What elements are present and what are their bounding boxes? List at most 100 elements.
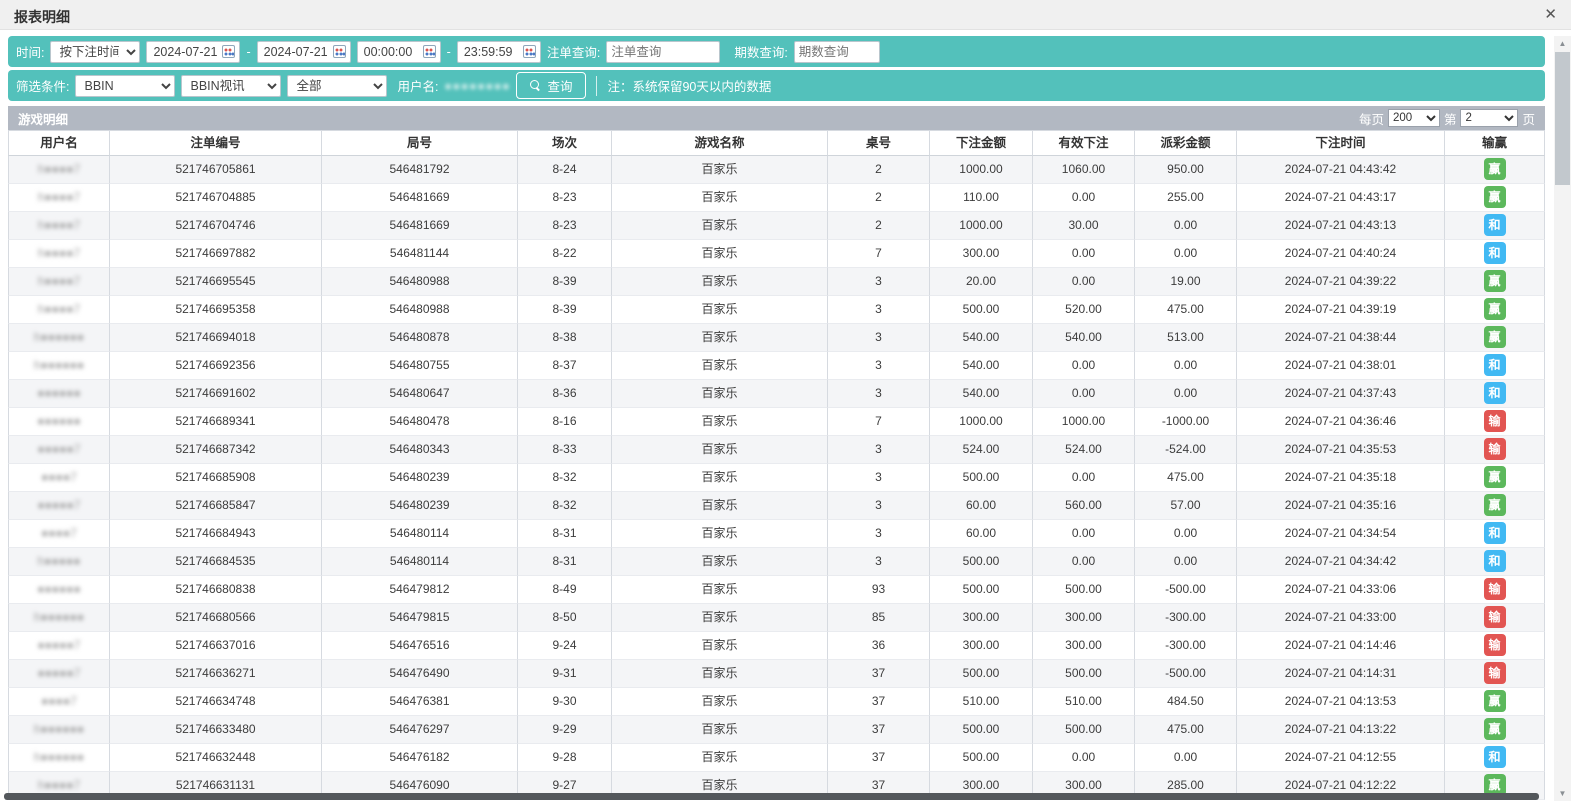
cell-payout: -1000.00 — [1135, 408, 1237, 436]
result-badge[interactable]: 和 — [1484, 522, 1506, 544]
cell-game: 百家乐 — [612, 744, 828, 772]
cell-bet-time: 2024-07-21 04:33:00 — [1237, 604, 1445, 632]
cell-game: 百家乐 — [612, 492, 828, 520]
cell-game: 百家乐 — [612, 156, 828, 184]
category-select[interactable]: BBIN视讯 — [181, 75, 281, 97]
result-badge[interactable]: 和 — [1484, 214, 1506, 236]
calendar-icon[interactable] — [222, 45, 235, 58]
date-from-input[interactable] — [151, 43, 219, 61]
order-query-input[interactable] — [606, 41, 720, 63]
cell-session: 8-31 — [518, 520, 612, 548]
result-badge[interactable]: 和 — [1484, 242, 1506, 264]
time-type-select[interactable]: 按下注时间 — [50, 41, 140, 63]
time-from-field[interactable] — [357, 41, 441, 63]
cell-game: 百家乐 — [612, 660, 828, 688]
scroll-up-icon[interactable]: ▲ — [1554, 36, 1571, 51]
page-select[interactable]: 2 — [1460, 109, 1518, 127]
column-header-username: 用户名 — [8, 130, 110, 156]
cell-bet-no: 521746632448 — [110, 744, 322, 772]
cell-table-no: 7 — [828, 408, 930, 436]
cell-result: 赢 — [1445, 324, 1545, 352]
result-badge[interactable]: 输 — [1484, 606, 1506, 628]
table-row: ●●●●7 521746684943 546480114 8-31 百家乐 3 … — [8, 520, 1545, 548]
close-icon[interactable]: ✕ — [1544, 5, 1557, 25]
cell-bet-time: 2024-07-21 04:35:18 — [1237, 464, 1445, 492]
vertical-scrollbar-thumb[interactable] — [1555, 52, 1570, 185]
result-badge[interactable]: 输 — [1484, 578, 1506, 600]
cell-bet-no: 521746694018 — [110, 324, 322, 352]
cell-table-no: 3 — [828, 548, 930, 576]
cell-round-no: 546480988 — [322, 296, 518, 324]
result-badge[interactable]: 赢 — [1484, 326, 1506, 348]
date-to-input[interactable] — [262, 43, 330, 61]
result-badge[interactable]: 赢 — [1484, 466, 1506, 488]
time-to-input[interactable] — [462, 43, 520, 61]
cell-session: 8-24 — [518, 156, 612, 184]
calendar-icon[interactable] — [523, 45, 536, 58]
table-row: ●●●●●7 521746637016 546476516 9-24 百家乐 3… — [8, 632, 1545, 660]
result-badge[interactable]: 赢 — [1484, 270, 1506, 292]
cell-bet-time: 2024-07-21 04:33:06 — [1237, 576, 1445, 604]
cell-username: h●●●●●● — [8, 744, 110, 772]
cell-result: 和 — [1445, 212, 1545, 240]
date-from-field[interactable] — [146, 41, 240, 63]
time-to-field[interactable] — [457, 41, 541, 63]
cell-valid-bet: 1060.00 — [1033, 156, 1135, 184]
cell-bet-amount: 500.00 — [930, 716, 1033, 744]
vertical-scrollbar[interactable]: ▲ ▼ — [1554, 36, 1571, 801]
result-badge[interactable]: 和 — [1484, 354, 1506, 376]
cell-round-no: 546479815 — [322, 604, 518, 632]
result-badge[interactable]: 赢 — [1484, 690, 1506, 712]
cell-valid-bet: 0.00 — [1033, 268, 1135, 296]
per-page-select[interactable]: 200 — [1388, 109, 1440, 127]
result-badge[interactable]: 输 — [1484, 410, 1506, 432]
result-badge[interactable]: 赢 — [1484, 186, 1506, 208]
cell-round-no: 546480114 — [322, 548, 518, 576]
horizontal-scrollbar-thumb[interactable] — [4, 793, 1539, 800]
result-badge[interactable]: 和 — [1484, 550, 1506, 572]
cell-game: 百家乐 — [612, 296, 828, 324]
order-query-label: 注单查询: — [547, 42, 600, 61]
cell-username: ●●●●●● — [8, 380, 110, 408]
page-suffix-label: 页 — [1522, 109, 1535, 128]
cell-bet-amount: 500.00 — [930, 660, 1033, 688]
search-button[interactable]: 查询 — [516, 72, 586, 99]
date-to-field[interactable] — [257, 41, 351, 63]
cell-valid-bet: 560.00 — [1033, 492, 1135, 520]
calendar-icon[interactable] — [423, 45, 436, 58]
cell-bet-no: 521746695545 — [110, 268, 322, 296]
result-badge[interactable]: 输 — [1484, 662, 1506, 684]
cell-payout: 475.00 — [1135, 296, 1237, 324]
cell-table-no: 3 — [828, 464, 930, 492]
result-badge[interactable]: 和 — [1484, 382, 1506, 404]
platform-select[interactable]: BBIN — [75, 75, 175, 97]
time-from-input[interactable] — [362, 43, 420, 61]
cell-payout: 57.00 — [1135, 492, 1237, 520]
cell-table-no: 3 — [828, 324, 930, 352]
period-query-input[interactable] — [794, 41, 880, 63]
result-badge[interactable]: 赢 — [1484, 298, 1506, 320]
cell-result: 和 — [1445, 380, 1545, 408]
result-badge[interactable]: 输 — [1484, 634, 1506, 656]
cell-session: 8-32 — [518, 492, 612, 520]
result-badge[interactable]: 赢 — [1484, 158, 1506, 180]
result-badge[interactable]: 赢 — [1484, 718, 1506, 740]
cell-session: 8-39 — [518, 268, 612, 296]
filter-bar-time: 时间: 按下注时间 - - 注单查询: 期数查询: — [8, 36, 1545, 67]
scroll-down-icon[interactable]: ▼ — [1554, 786, 1571, 801]
calendar-icon[interactable] — [333, 45, 346, 58]
result-badge[interactable]: 输 — [1484, 438, 1506, 460]
cell-valid-bet: 540.00 — [1033, 324, 1135, 352]
cell-bet-amount: 540.00 — [930, 380, 1033, 408]
result-badge[interactable]: 和 — [1484, 746, 1506, 768]
cell-bet-amount: 510.00 — [930, 688, 1033, 716]
cell-payout: 475.00 — [1135, 716, 1237, 744]
table-row: ●●●●●● 521746689341 546480478 8-16 百家乐 7… — [8, 408, 1545, 436]
search-icon — [530, 80, 541, 91]
cell-bet-no: 521746697882 — [110, 240, 322, 268]
cell-result: 赢 — [1445, 156, 1545, 184]
cell-game: 百家乐 — [612, 240, 828, 268]
cell-payout: -524.00 — [1135, 436, 1237, 464]
result-badge[interactable]: 赢 — [1484, 494, 1506, 516]
game-select[interactable]: 全部 — [287, 75, 387, 97]
